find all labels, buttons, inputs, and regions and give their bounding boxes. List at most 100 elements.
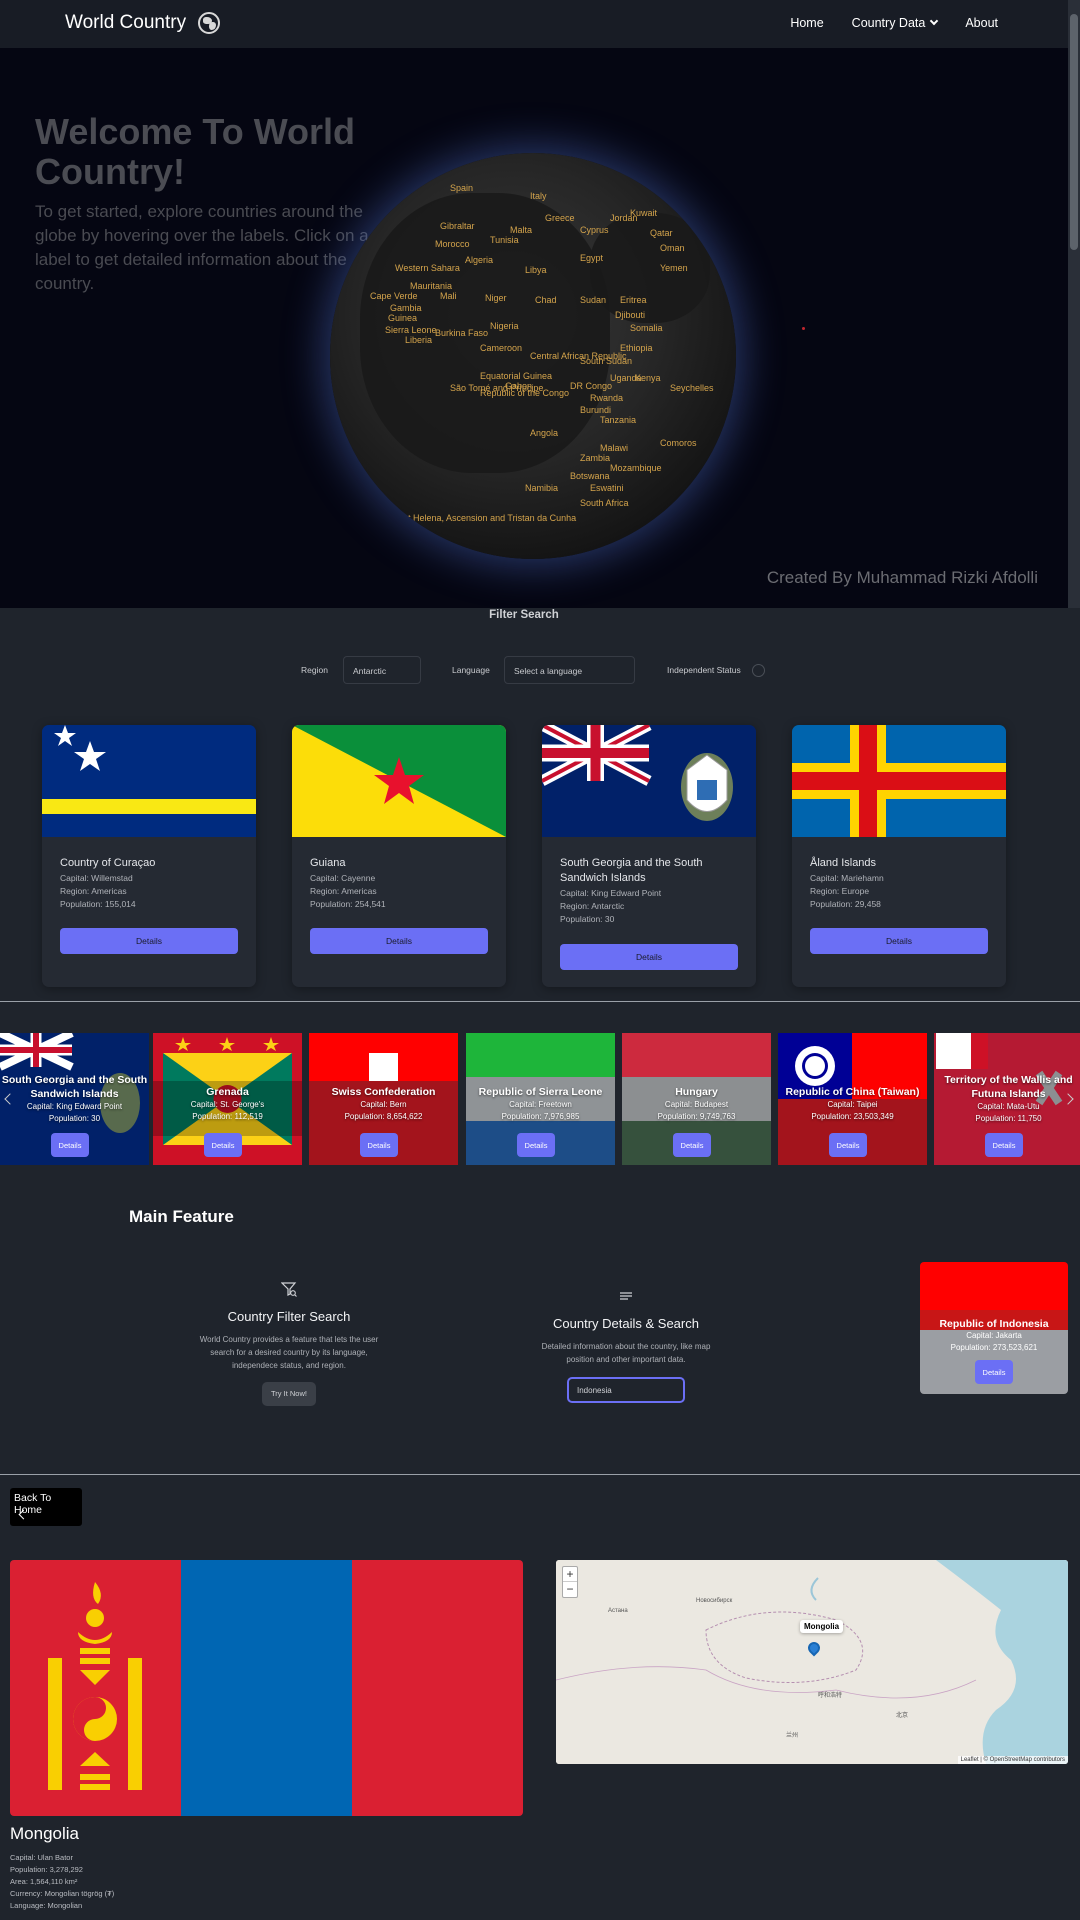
globe-country-label[interactable]: South Africa	[580, 498, 629, 508]
globe-country-label[interactable]: Namibia	[525, 483, 558, 493]
globe-country-label[interactable]: Mauritania	[410, 281, 452, 291]
globe-country-label[interactable]: Libya	[525, 265, 547, 275]
globe-country-label[interactable]: Djibouti	[615, 310, 645, 320]
globe-country-label[interactable]: Egypt	[580, 253, 603, 263]
independent-checkbox[interactable]	[752, 664, 765, 677]
slide-population: Population: 8,654,622	[344, 1111, 423, 1121]
globe-country-label[interactable]: Malta	[510, 225, 532, 235]
globe-country-label[interactable]: Tunisia	[490, 235, 519, 245]
globe-country-label[interactable]: Angola	[530, 428, 558, 438]
globe-country-label[interactable]: Burkina Faso	[435, 328, 488, 338]
flag-south-georgia	[542, 725, 756, 837]
brand-name[interactable]: World Country	[65, 12, 186, 34]
globe-country-label[interactable]: Mali	[440, 291, 457, 301]
details-button[interactable]: Details	[829, 1133, 867, 1157]
carousel-slide[interactable]: Hungary Capital: Budapest Population: 9,…	[622, 1033, 771, 1165]
globe-country-label[interactable]: Cape Verde	[370, 291, 418, 301]
details-button[interactable]: Details	[204, 1133, 242, 1157]
map-attribution[interactable]: Leaflet | © OpenStreetMap contributors	[957, 1756, 1068, 1764]
globe-country-label[interactable]: Gambia	[390, 303, 422, 313]
globe-country-label[interactable]: Yemen	[660, 263, 688, 273]
globe-country-label[interactable]: Morocco	[435, 239, 470, 249]
globe-country-label[interactable]: Italy	[530, 191, 547, 201]
country-carousel[interactable]: South Georgia and the South Sandwich Isl…	[0, 1033, 1080, 1165]
preview-country-card[interactable]: Republic of Indonesia Capital: Jakarta P…	[920, 1262, 1068, 1394]
globe-country-label[interactable]: Saint Helena, Ascension and Tristan da C…	[390, 513, 576, 523]
carousel-slide[interactable]: South Georgia and the South Sandwich Isl…	[0, 1033, 149, 1165]
globe-country-label[interactable]: São Tomé and Príncipe	[450, 383, 543, 393]
map-zoom-out-button[interactable]: −	[563, 1582, 577, 1597]
scrollbar-thumb[interactable]	[1070, 14, 1078, 250]
globe-country-label[interactable]: Mozambique	[610, 463, 662, 473]
globe-country-label[interactable]: Burundi	[580, 405, 611, 415]
slide-capital: Capital: Mata-Utu	[977, 1102, 1040, 1112]
details-button[interactable]: Details	[985, 1133, 1023, 1157]
globe-country-label[interactable]: Kuwait	[630, 208, 657, 218]
globe-country-label[interactable]: Somalia	[630, 323, 663, 333]
nav-about[interactable]: About	[965, 16, 998, 30]
details-button[interactable]: Details	[360, 1133, 398, 1157]
language-select[interactable]: Select a language	[504, 656, 635, 684]
feature-filter-search: Country Filter Search World Country prov…	[196, 1281, 382, 1407]
globe-country-label[interactable]: Cameroon	[480, 343, 522, 353]
globe-country-label[interactable]: South Sudan	[580, 356, 632, 366]
try-it-now-button[interactable]: Try It Now!	[262, 1382, 316, 1407]
details-button[interactable]: Details	[51, 1133, 89, 1157]
card-name: Guiana	[310, 857, 346, 869]
globe-country-label[interactable]: Niger	[485, 293, 507, 303]
carousel-slide[interactable]: Republic of Sierra Leone Capital: Freeto…	[466, 1033, 615, 1165]
carousel-slide[interactable]: Swiss Confederation Capital: Bern Popula…	[309, 1033, 458, 1165]
globe-country-label[interactable]: Guinea	[388, 313, 417, 323]
details-button[interactable]: Details	[673, 1133, 711, 1157]
globe-country-label[interactable]: Equatorial Guinea	[480, 371, 552, 381]
globe-country-label[interactable]: Sierra Leone	[385, 325, 437, 335]
globe-country-label[interactable]: Eritrea	[620, 295, 647, 305]
globe-country-label[interactable]: Comoros	[660, 438, 697, 448]
globe-country-label[interactable]: Seychelles	[670, 383, 714, 393]
globe-country-label[interactable]: Nigeria	[490, 321, 519, 331]
globe-country-label[interactable]: Oman	[660, 243, 685, 253]
globe-country-label[interactable]: Botswana	[570, 471, 610, 481]
globe-country-label[interactable]: Malawi	[600, 443, 628, 453]
globe-country-label[interactable]: Spain	[450, 183, 473, 193]
country-map[interactable]: Астана Новосибирск 呼和浩特 北京 兰州 + − Mongol…	[556, 1560, 1068, 1764]
details-button[interactable]: Details	[60, 928, 238, 954]
scrollbar[interactable]	[1068, 0, 1080, 608]
details-button[interactable]: Details	[517, 1133, 555, 1157]
details-button[interactable]: Details	[310, 928, 488, 954]
slide-capital: Capital: Bern	[360, 1100, 407, 1110]
carousel-slide[interactable]: Grenada Capital: St. George's Population…	[153, 1033, 302, 1165]
globe-country-label[interactable]: Algeria	[465, 255, 493, 265]
back-to-home-button[interactable]: Back To Home	[10, 1488, 82, 1526]
flag-stripe	[10, 1560, 181, 1816]
map-zoom-in-button[interactable]: +	[563, 1567, 577, 1582]
globe-country-label[interactable]: Cyprus	[580, 225, 609, 235]
carousel-slide[interactable]: Republic of China (Taiwan) Capital: Taip…	[778, 1033, 927, 1165]
globe-country-label[interactable]: Rwanda	[590, 393, 623, 403]
globe-country-label[interactable]: Western Sahara	[395, 263, 460, 273]
nav-home[interactable]: Home	[790, 16, 823, 30]
interactive-globe[interactable]: Spain Italy Greece Malta Tunisia Cyprus Gibral…	[330, 153, 736, 559]
globe-country-label[interactable]: Sudan	[580, 295, 606, 305]
globe-country-label[interactable]: Tanzania	[600, 415, 636, 425]
details-button[interactable]: Details	[560, 944, 738, 970]
globe-country-label[interactable]: Chad	[535, 295, 557, 305]
globe-country-label[interactable]: DR Congo	[570, 381, 612, 391]
globe-country-label[interactable]: Greece	[545, 213, 575, 223]
carousel-slide[interactable]: Territory of the Wallis and Futuna Islan…	[934, 1033, 1080, 1165]
slide-population: Population: 112,519	[192, 1111, 263, 1121]
slide-name: Swiss Confederation	[331, 1086, 436, 1098]
globe-country-label[interactable]: Gibraltar	[440, 221, 475, 231]
globe-country-label[interactable]: Zambia	[580, 453, 610, 463]
chevron-down-icon	[930, 16, 939, 26]
details-button[interactable]: Details	[810, 928, 988, 954]
nav-country-data[interactable]: Country Data	[852, 16, 939, 30]
globe-country-label[interactable]: Qatar	[650, 228, 673, 238]
country-search-input[interactable]: Indonesia	[567, 1377, 685, 1403]
globe-country-label[interactable]: Liberia	[405, 335, 432, 345]
brand[interactable]: World Country	[65, 12, 221, 34]
globe-country-label[interactable]: Eswatini	[590, 483, 624, 493]
region-select[interactable]: Antarctic	[343, 656, 421, 684]
globe-country-label[interactable]: Kenya	[635, 373, 661, 383]
details-button[interactable]: Details	[975, 1360, 1013, 1384]
